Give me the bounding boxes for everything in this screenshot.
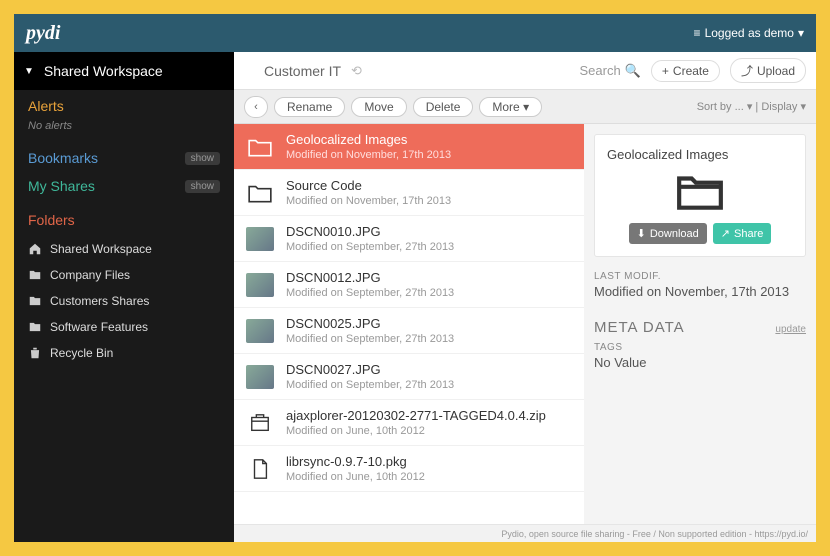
sidebar-item[interactable]: Customers Shares [14, 288, 234, 314]
display-button[interactable]: Display ▾ [761, 101, 806, 113]
breadcrumb-bar: Customer IT ⟲ Search 🔍 +Create ⤴Upload [234, 52, 816, 90]
refresh-icon[interactable]: ⟲ [351, 63, 362, 79]
sidebar-item-label: Shared Workspace [50, 242, 152, 256]
file-name: DSCN0010.JPG [286, 224, 454, 239]
sidebar-item[interactable]: Recycle Bin [14, 340, 234, 366]
file-row[interactable]: ajaxplorer-20120302-2771-TAGGED4.0.4.zip… [234, 400, 584, 446]
sidebar-item-label: Company Files [50, 268, 130, 282]
sidebar-item-label: Recycle Bin [50, 346, 113, 360]
logged-label: Logged as demo [705, 26, 794, 40]
sidebar-item-label: Software Features [50, 320, 148, 334]
create-button[interactable]: +Create [651, 60, 720, 82]
myshares-heading[interactable]: My Shares show [14, 170, 234, 198]
logged-as-menu[interactable]: ≡ Logged as demo ▾ [694, 26, 804, 40]
plus-icon: + [662, 64, 669, 78]
file-modified: Modified on November, 17th 2013 [286, 149, 451, 161]
file-name: DSCN0027.JPG [286, 362, 454, 377]
top-bar: pydi ≡ Logged as demo ▾ [14, 14, 816, 52]
metadata-heading: META DATA [594, 319, 685, 336]
sidebar-item-label: Customers Shares [50, 294, 149, 308]
menu-icon: ≡ [694, 26, 701, 40]
tags-value: No Value [594, 355, 806, 370]
show-myshares-button[interactable]: show [185, 180, 220, 193]
back-button[interactable]: ‹ [244, 96, 268, 118]
last-modif-label: LAST MODIF. [594, 271, 806, 282]
sidebar: ▼ Shared Workspace Alerts No alerts Book… [14, 52, 234, 542]
sort-by-button[interactable]: Sort by ... ▾ [697, 101, 753, 113]
breadcrumb[interactable]: Customer IT [264, 63, 341, 79]
upload-icon: ⤴ [741, 62, 753, 79]
file-name: Source Code [286, 178, 451, 193]
file-modified: Modified on September, 27th 2013 [286, 333, 454, 345]
search-icon: 🔍 [625, 63, 641, 79]
update-metadata-link[interactable]: update [775, 324, 806, 335]
more-button[interactable]: More ▾ [479, 97, 542, 117]
file-name: DSCN0012.JPG [286, 270, 454, 285]
file-modified: Modified on September, 27th 2013 [286, 287, 454, 299]
logo: pydi [26, 22, 60, 45]
folder-icon [675, 170, 725, 215]
footer-text: Pydio, open source file sharing - Free /… [234, 524, 816, 542]
rename-button[interactable]: Rename [274, 97, 345, 117]
detail-title: Geolocalized Images [607, 147, 728, 162]
share-icon: ↗ [721, 227, 730, 240]
file-row[interactable]: librsync-0.9.7-10.pkg Modified on June, 1… [234, 446, 584, 492]
file-row[interactable]: DSCN0010.JPG Modified on September, 27th … [234, 216, 584, 262]
detail-panel: Geolocalized Images ⬇Download ↗Share LAS… [584, 124, 816, 524]
file-name: ajaxplorer-20120302-2771-TAGGED4.0.4.zip [286, 408, 546, 423]
file-modified: Modified on September, 27th 2013 [286, 379, 454, 391]
file-row[interactable]: DSCN0025.JPG Modified on September, 27th … [234, 308, 584, 354]
file-modified: Modified on November, 17th 2013 [286, 195, 451, 207]
delete-button[interactable]: Delete [413, 97, 474, 117]
share-button[interactable]: ↗Share [713, 223, 772, 244]
alerts-heading[interactable]: Alerts [14, 90, 234, 118]
file-modified: Modified on September, 27th 2013 [286, 241, 454, 253]
show-bookmarks-button[interactable]: show [185, 152, 220, 165]
chevron-down-icon: ▼ [24, 66, 34, 77]
file-row[interactable]: DSCN0012.JPG Modified on September, 27th … [234, 262, 584, 308]
file-row[interactable]: Geolocalized Images Modified on November,… [234, 124, 584, 170]
move-button[interactable]: Move [351, 97, 406, 117]
file-name: Geolocalized Images [286, 132, 451, 147]
file-modified: Modified on June, 10th 2012 [286, 425, 546, 437]
chevron-down-icon: ▾ [798, 26, 804, 40]
file-name: DSCN0025.JPG [286, 316, 454, 331]
workspace-selector[interactable]: ▼ Shared Workspace [14, 52, 234, 90]
sidebar-item[interactable]: Shared Workspace [14, 236, 234, 262]
file-row[interactable]: DSCN0027.JPG Modified on September, 27th … [234, 354, 584, 400]
file-row[interactable]: Source Code Modified on November, 17th 20… [234, 170, 584, 216]
file-list: Geolocalized Images Modified on November,… [234, 124, 584, 524]
search-button[interactable]: Search 🔍 [580, 63, 641, 79]
no-alerts-text: No alerts [14, 118, 234, 142]
download-button[interactable]: ⬇Download [629, 223, 707, 244]
file-modified: Modified on June, 10th 2012 [286, 471, 425, 483]
sidebar-item[interactable]: Company Files [14, 262, 234, 288]
last-modif-value: Modified on November, 17th 2013 [594, 284, 806, 299]
folders-heading: Folders [14, 198, 234, 232]
toolbar: ‹ Rename Move Delete More ▾ Sort by ... … [234, 90, 816, 124]
upload-button[interactable]: ⤴Upload [730, 58, 806, 83]
workspace-name: Shared Workspace [44, 63, 163, 79]
download-icon: ⬇ [637, 227, 646, 240]
bookmarks-heading[interactable]: Bookmarks show [14, 142, 234, 170]
tags-label: TAGS [594, 342, 806, 353]
file-name: librsync-0.9.7-10.pkg [286, 454, 425, 469]
sidebar-item[interactable]: Software Features [14, 314, 234, 340]
